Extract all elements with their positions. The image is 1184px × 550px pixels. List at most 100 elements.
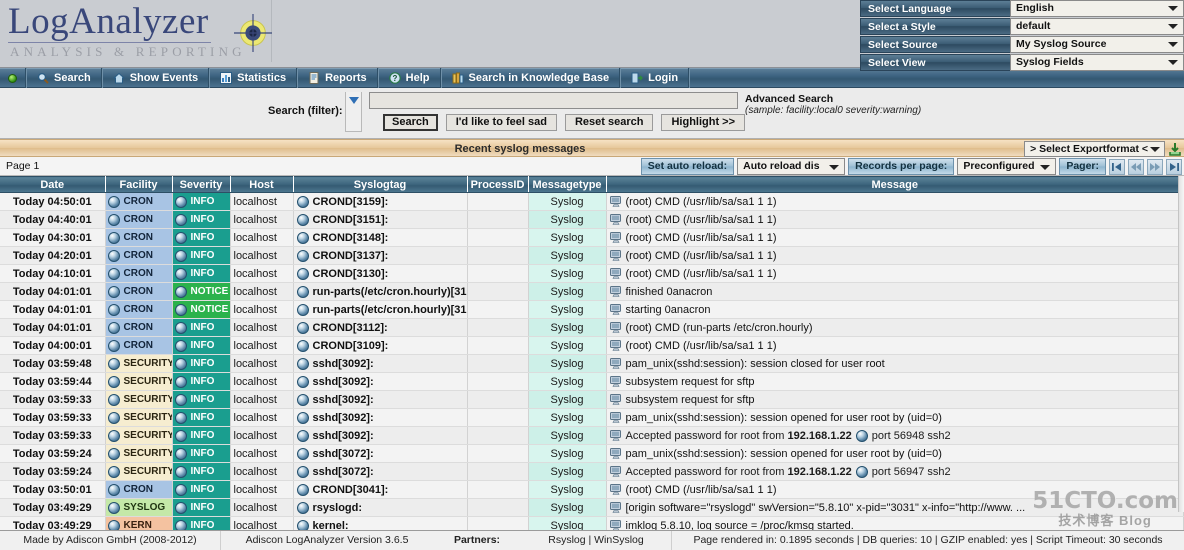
cell-message[interactable]: pam_unix(sshd:session): session opened f… — [606, 444, 1184, 463]
select-source-dropdown[interactable]: My Syslog Source — [1010, 36, 1184, 53]
cell-severity[interactable]: INFO — [172, 408, 231, 427]
cell-facility[interactable]: SECURITY — [105, 390, 173, 409]
table-row[interactable]: Today 03:59:44 SECURITY INFO localhost sshd[… — [0, 372, 1184, 391]
col-header-severity[interactable]: Severity — [172, 176, 231, 193]
cell-message[interactable]: (root) CMD (/usr/lib/sa/sa1 1 1) — [606, 228, 1184, 247]
cell-severity[interactable]: INFO — [172, 372, 231, 391]
cell-message[interactable]: (root) CMD (/usr/lib/sa/sa1 1 1) — [606, 264, 1184, 283]
col-header-messagetype[interactable]: Messagetype — [528, 176, 607, 193]
highlight-button[interactable]: Highlight >> — [661, 114, 746, 131]
cell-facility[interactable]: CRON — [105, 264, 173, 283]
cell-severity[interactable]: INFO — [172, 354, 231, 373]
nav-item-knowledge-base[interactable]: Search in Knowledge Base — [440, 68, 621, 88]
search-input[interactable] — [369, 92, 738, 109]
pager-prev-button[interactable] — [1128, 158, 1144, 175]
message-ip[interactable]: 192.168.1.22 — [788, 430, 852, 442]
cell-facility[interactable]: CRON — [105, 318, 173, 337]
reset-search-button[interactable]: Reset search — [564, 114, 654, 131]
cell-message[interactable]: Accepted password for root from 192.168.… — [606, 426, 1184, 445]
select-view-dropdown[interactable]: Syslog Fields — [1010, 54, 1184, 71]
cell-facility[interactable]: CRON — [105, 210, 173, 229]
cell-facility[interactable]: CRON — [105, 192, 173, 211]
cell-severity[interactable]: INFO — [172, 426, 231, 445]
cell-facility[interactable]: SECURITY — [105, 408, 173, 427]
table-row[interactable]: Today 04:20:01 CRON INFO localhost CROND[313… — [0, 246, 1184, 265]
cell-message[interactable]: pam_unix(sshd:session): session opened f… — [606, 408, 1184, 427]
search-button[interactable]: Search — [383, 114, 438, 131]
cell-message[interactable]: Accepted password for root from 192.168.… — [606, 462, 1184, 481]
cell-message[interactable]: [origin software="rsyslogd" swVersion="5… — [606, 498, 1184, 517]
pager-next-button[interactable] — [1147, 158, 1163, 175]
cell-message[interactable]: (root) CMD (/usr/lib/sa/sa1 1 1) — [606, 480, 1184, 499]
cell-message[interactable]: subsystem request for sftp — [606, 372, 1184, 391]
cell-facility[interactable]: CRON — [105, 246, 173, 265]
cell-severity[interactable]: INFO — [172, 264, 231, 283]
cell-facility[interactable]: CRON — [105, 480, 173, 499]
col-header-message[interactable]: Message — [606, 176, 1184, 193]
table-row[interactable]: Today 03:59:24 SECURITY INFO localhost sshd[… — [0, 462, 1184, 481]
table-row[interactable]: Today 03:59:24 SECURITY INFO localhost sshd[… — [0, 444, 1184, 463]
cell-facility[interactable]: SECURITY — [105, 426, 173, 445]
auto-reload-dropdown[interactable]: Auto reload dis — [737, 158, 846, 175]
nav-item-login[interactable]: Login — [620, 68, 690, 88]
cell-severity[interactable]: INFO — [172, 480, 231, 499]
cell-severity[interactable]: INFO — [172, 192, 231, 211]
cell-message[interactable]: (root) CMD (/usr/lib/sa/sa1 1 1) — [606, 210, 1184, 229]
table-row[interactable]: Today 04:00:01 CRON INFO localhost CROND[310… — [0, 336, 1184, 355]
pager-last-button[interactable] — [1166, 158, 1182, 175]
col-header-processid[interactable]: ProcessID — [467, 176, 529, 193]
table-row[interactable]: Today 04:01:01 CRON NOTICE localhost run-par… — [0, 300, 1184, 319]
select-style-dropdown[interactable]: default — [1010, 18, 1184, 35]
col-header-host[interactable]: Host — [230, 176, 294, 193]
cell-severity[interactable]: NOTICE — [172, 282, 231, 301]
cell-severity[interactable]: INFO — [172, 318, 231, 337]
cell-severity[interactable]: NOTICE — [172, 300, 231, 319]
cell-severity[interactable]: INFO — [172, 444, 231, 463]
table-row[interactable]: Today 03:50:01 CRON INFO localhost CROND[304… — [0, 480, 1184, 499]
cell-message[interactable]: (root) CMD (run-parts /etc/cron.hourly) — [606, 318, 1184, 337]
cell-message[interactable]: (root) CMD (/usr/lib/sa/sa1 1 1) — [606, 336, 1184, 355]
filter-dropdown-toggle[interactable] — [345, 92, 362, 132]
cell-message[interactable]: (root) CMD (/usr/lib/sa/sa1 1 1) — [606, 192, 1184, 211]
cell-facility[interactable]: CRON — [105, 300, 173, 319]
col-header-syslogtag[interactable]: Syslogtag — [293, 176, 468, 193]
table-row[interactable]: Today 03:59:33 SECURITY INFO localhost sshd[… — [0, 426, 1184, 445]
cell-facility[interactable]: CRON — [105, 336, 173, 355]
footer-partner-links[interactable]: Rsyslog | WinSyslog — [521, 531, 671, 550]
cell-message[interactable]: finished 0anacron — [606, 282, 1184, 301]
col-header-date[interactable]: Date — [0, 176, 106, 193]
cell-message[interactable]: starting 0anacron — [606, 300, 1184, 319]
cell-facility[interactable]: SECURITY — [105, 372, 173, 391]
cell-facility[interactable]: CRON — [105, 282, 173, 301]
table-row[interactable]: Today 04:50:01 CRON INFO localhost CROND[315… — [0, 192, 1184, 211]
cell-facility[interactable]: SECURITY — [105, 444, 173, 463]
feel-sad-button[interactable]: I'd like to feel sad — [445, 114, 557, 131]
records-per-page-dropdown[interactable]: Preconfigured — [957, 158, 1057, 175]
pager-first-button[interactable] — [1109, 158, 1125, 175]
cell-severity[interactable]: INFO — [172, 498, 231, 517]
table-scroll-edge[interactable] — [1178, 176, 1184, 512]
table-row[interactable]: Today 03:59:33 SECURITY INFO localhost sshd[… — [0, 390, 1184, 409]
select-language-dropdown[interactable]: English — [1010, 0, 1184, 17]
export-download-icon[interactable] — [1168, 142, 1182, 156]
cell-severity[interactable]: INFO — [172, 228, 231, 247]
export-format-dropdown[interactable]: > Select Exportformat < — [1024, 141, 1165, 157]
table-row[interactable]: Today 03:59:48 SECURITY INFO localhost sshd[… — [0, 354, 1184, 373]
table-row[interactable]: Today 04:30:01 CRON INFO localhost CROND[314… — [0, 228, 1184, 247]
cell-severity[interactable]: INFO — [172, 246, 231, 265]
table-row[interactable]: Today 04:10:01 CRON INFO localhost CROND[313… — [0, 264, 1184, 283]
cell-message[interactable]: subsystem request for sftp — [606, 390, 1184, 409]
col-header-facility[interactable]: Facility — [105, 176, 173, 193]
message-ip[interactable]: 192.168.1.22 — [788, 466, 852, 478]
cell-message[interactable]: pam_unix(sshd:session): session closed f… — [606, 354, 1184, 373]
nav-item-statistics[interactable]: Statistics — [209, 68, 298, 88]
cell-facility[interactable]: SECURITY — [105, 354, 173, 373]
app-logo[interactable]: LogAnalyzer ANALYSIS & REPORTING — [2, 0, 272, 62]
table-row[interactable]: Today 04:01:01 CRON INFO localhost CROND[311… — [0, 318, 1184, 337]
nav-status-indicator[interactable] — [0, 68, 26, 88]
nav-item-help[interactable]: ? Help — [377, 68, 441, 88]
table-row[interactable]: Today 04:40:01 CRON INFO localhost CROND[315… — [0, 210, 1184, 229]
nav-item-show-events[interactable]: Show Events — [101, 68, 210, 88]
cell-message[interactable]: (root) CMD (/usr/lib/sa/sa1 1 1) — [606, 246, 1184, 265]
cell-severity[interactable]: INFO — [172, 336, 231, 355]
